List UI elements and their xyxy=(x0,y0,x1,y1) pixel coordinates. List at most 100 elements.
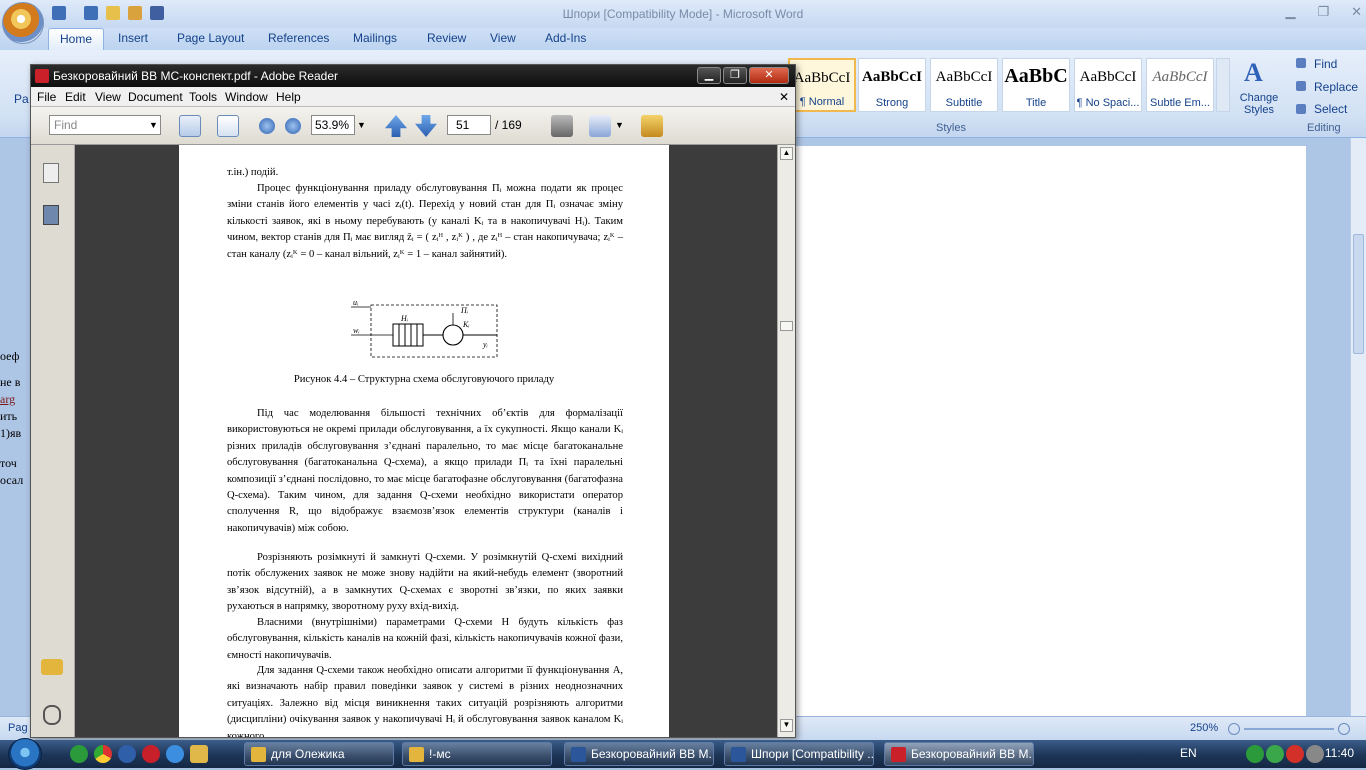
page-total: / 169 xyxy=(495,118,522,132)
word-zoom-level[interactable]: 250% xyxy=(1190,722,1218,734)
system-clock[interactable]: 11:40 xyxy=(1325,746,1354,760)
close-button[interactable]: ✕ xyxy=(749,67,789,84)
close-icon[interactable]: ✕ xyxy=(1351,4,1362,20)
word-page[interactable] xyxy=(794,146,1306,716)
change-styles-icon[interactable]: A xyxy=(1244,58,1272,87)
menu-document[interactable]: Document xyxy=(128,90,183,104)
next-page-icon[interactable] xyxy=(415,115,437,137)
word-scroll-thumb[interactable] xyxy=(1353,234,1364,354)
tab-page-layout[interactable]: Page Layout xyxy=(177,31,244,45)
style-normal[interactable]: AaBbCcI ¶ Normal xyxy=(788,58,856,112)
office-button[interactable] xyxy=(2,2,44,44)
print-icon[interactable] xyxy=(551,115,573,137)
maximize-icon[interactable]: ❐ xyxy=(1317,4,1329,20)
start-button[interactable] xyxy=(8,738,42,770)
pdf-page[interactable]: т.ін.) подій. Процес функціонування прил… xyxy=(179,145,669,737)
folder-icon xyxy=(409,747,424,762)
style-subtitle[interactable]: AaBbCcI Subtitle xyxy=(930,58,998,112)
scroll-down-icon[interactable]: ▼ xyxy=(780,719,793,732)
save-icon[interactable] xyxy=(150,6,164,20)
media-player-icon[interactable] xyxy=(118,745,136,763)
tab-add-ins[interactable]: Add-Ins xyxy=(545,31,586,45)
word-vertical-scrollbar[interactable] xyxy=(1350,138,1366,716)
page-number-input[interactable]: 51 xyxy=(447,115,491,135)
zoom-level-input[interactable]: 53.9% xyxy=(311,115,355,135)
select-button[interactable]: Select xyxy=(1314,102,1347,116)
find-dropdown-icon[interactable]: ▼ xyxy=(147,116,160,134)
zoom-slider[interactable] xyxy=(1244,728,1334,730)
zoom-out-icon[interactable] xyxy=(1228,723,1240,735)
language-indicator[interactable]: EN xyxy=(1180,746,1197,760)
ie-icon[interactable] xyxy=(166,745,184,763)
document-viewer[interactable]: т.ін.) подій. Процес функціонування прил… xyxy=(75,145,777,737)
menu-tools[interactable]: Tools xyxy=(189,90,217,104)
menu-window[interactable]: Window xyxy=(225,90,268,104)
tray-security-icon[interactable] xyxy=(1266,745,1284,763)
explorer-icon[interactable] xyxy=(190,745,208,763)
bookmarks-panel-icon[interactable] xyxy=(43,205,59,225)
share-dropdown-icon[interactable]: ▼ xyxy=(615,120,624,130)
task-adobe-reader[interactable]: Безкоровайний ВВ М... xyxy=(884,742,1034,766)
undo-icon[interactable] xyxy=(52,6,66,20)
menu-edit[interactable]: Edit xyxy=(65,90,86,104)
fit-width-icon[interactable] xyxy=(179,115,201,137)
tab-references[interactable]: References xyxy=(268,31,329,45)
opera-icon[interactable] xyxy=(142,745,160,763)
adobe-toolbar: Find ▼ 53.9% ▼ 51 / 169 ▼ xyxy=(31,107,795,145)
menu-view[interactable]: View xyxy=(95,90,121,104)
style-strong[interactable]: AaBbCcI Strong xyxy=(858,58,926,112)
share-icon[interactable] xyxy=(589,115,611,137)
menu-file[interactable]: File xyxy=(37,90,56,104)
redo-icon[interactable] xyxy=(84,6,98,20)
zoom-dropdown-icon[interactable]: ▼ xyxy=(357,120,366,130)
style-title[interactable]: AaBbC Title xyxy=(1002,58,1070,112)
minimize-icon[interactable]: ▁ xyxy=(1285,4,1295,20)
paste-label[interactable]: Pa xyxy=(14,92,29,106)
comments-panel-icon[interactable] xyxy=(41,659,63,675)
minimize-button[interactable]: ▁ xyxy=(697,67,721,84)
comment-tools-icon[interactable] xyxy=(641,115,663,137)
zoom-in-icon[interactable] xyxy=(285,118,301,134)
tab-review[interactable]: Review xyxy=(427,31,466,45)
scroll-up-icon[interactable]: ▲ xyxy=(780,147,793,160)
find-input[interactable]: Find xyxy=(49,115,161,135)
fit-page-icon[interactable] xyxy=(217,115,239,137)
zoom-out-icon[interactable] xyxy=(259,118,275,134)
adobe-window-title: Безкоровайний ВВ МС-конспект.pdf - Adobe… xyxy=(53,69,338,83)
open-icon[interactable] xyxy=(106,6,120,20)
attachments-panel-icon[interactable] xyxy=(43,705,61,725)
tray-utorrent-icon[interactable] xyxy=(1246,745,1264,763)
adobe-vertical-scrollbar[interactable]: ▲ ▼ xyxy=(777,145,795,737)
replace-button[interactable]: Replace xyxy=(1314,80,1358,94)
tab-home[interactable]: Home xyxy=(48,28,105,50)
folder-icon[interactable] xyxy=(128,6,142,20)
style-subtle-emphasis[interactable]: AaBbCcI Subtle Em... xyxy=(1146,58,1214,112)
zoom-in-icon[interactable] xyxy=(1338,723,1350,735)
previous-page-icon[interactable] xyxy=(385,115,407,137)
menu-help[interactable]: Help xyxy=(276,90,301,104)
adobe-scroll-thumb[interactable] xyxy=(780,321,793,331)
word-icon xyxy=(571,747,586,762)
diagram-label-u: uᵢ xyxy=(353,299,358,307)
word-window-controls: ▁ ❐ ✕ xyxy=(1285,4,1362,20)
style-no-spacing[interactable]: AaBbCcI ¶ No Spaci... xyxy=(1074,58,1142,112)
chrome-icon[interactable] xyxy=(94,745,112,763)
task-word-shpory[interactable]: Шпори [Compatibility ... xyxy=(724,742,874,766)
tray-network-icon[interactable] xyxy=(1306,745,1324,763)
tab-mailings[interactable]: Mailings xyxy=(353,31,397,45)
word-page-status[interactable]: Pag xyxy=(8,722,28,734)
tray-antivirus-icon[interactable] xyxy=(1286,745,1304,763)
task-folder-1[interactable]: для Олежика xyxy=(244,742,394,766)
change-styles-label[interactable]: Change Styles xyxy=(1236,92,1282,116)
tab-view[interactable]: View xyxy=(490,31,516,45)
styles-scroll[interactable] xyxy=(1216,58,1230,112)
task-folder-2[interactable]: !-мс xyxy=(402,742,552,766)
task-word-doc[interactable]: Безкоровайний ВВ М... xyxy=(564,742,714,766)
utorrent-icon[interactable] xyxy=(70,745,88,763)
close-document-icon[interactable]: ✕ xyxy=(779,90,789,104)
pages-panel-icon[interactable] xyxy=(43,163,59,183)
maximize-button[interactable]: ❐ xyxy=(723,67,747,84)
tab-insert[interactable]: Insert xyxy=(118,31,148,45)
find-button[interactable]: Find xyxy=(1314,57,1337,71)
word-icon xyxy=(731,747,746,762)
